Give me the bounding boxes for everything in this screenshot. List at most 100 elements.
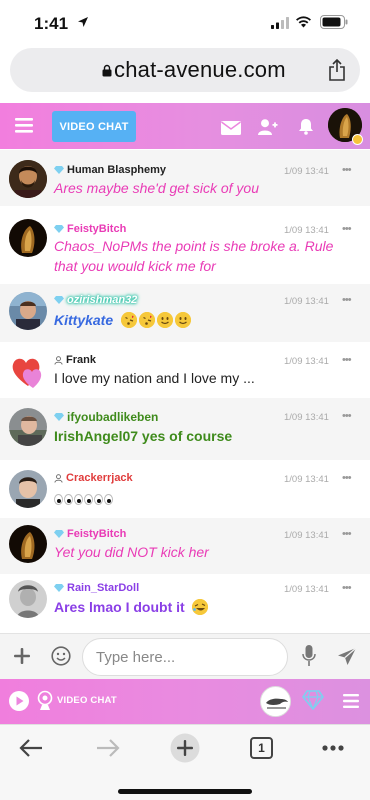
message-input[interactable]: [82, 638, 288, 676]
status-badge: [352, 134, 363, 145]
message-username[interactable]: Crackerrjack: [54, 472, 133, 484]
message-composer: [0, 633, 370, 679]
message-more-button[interactable]: •••: [342, 410, 352, 422]
kissing-emoji-icon: [139, 312, 156, 328]
status-bar: 1:41: [0, 0, 370, 46]
plus-icon[interactable]: [14, 648, 30, 664]
username-text[interactable]: Human Blasphemy: [67, 164, 166, 176]
bell-icon[interactable]: [298, 118, 314, 135]
smiling-emoji-icon: [175, 312, 192, 328]
chat-message: FeistyBitch 1/09 13:41 ••• Yet you did N…: [0, 518, 370, 574]
message-more-button[interactable]: •••: [342, 223, 352, 235]
eyes-emoji-icon: [104, 494, 113, 505]
smiling-emoji-icon: [157, 312, 174, 328]
url-text[interactable]: chat-avenue.com: [114, 57, 286, 83]
smile-icon[interactable]: [51, 646, 71, 666]
message-more-button[interactable]: •••: [342, 582, 352, 594]
username-text[interactable]: Rain_StarDoll: [67, 582, 139, 594]
play-icon[interactable]: [8, 690, 30, 712]
webcam-icon[interactable]: [37, 690, 53, 712]
message-time: 1/09 13:41: [284, 166, 329, 177]
footer-video-chat-label[interactable]: VIDEO CHAT: [57, 695, 117, 706]
gem-rank-icon: [54, 530, 64, 538]
message-time: 1/09 13:41: [284, 584, 329, 595]
message-username[interactable]: ifyoubadlikeben: [54, 410, 158, 424]
gem-rank-icon: [54, 225, 64, 233]
avatar[interactable]: [9, 408, 47, 446]
username-text[interactable]: ifyoubadlikeben: [67, 410, 158, 424]
eyes-emoji-icon: [54, 494, 63, 505]
message-username[interactable]: Human Blasphemy: [54, 164, 166, 176]
message-text: [54, 489, 354, 509]
message-text: Ares maybe she'd get sick of you: [54, 180, 259, 196]
username-text[interactable]: FeistyBitch: [67, 528, 126, 540]
chat-message: Crackerrjack 1/09 13:41 •••: [0, 460, 370, 518]
avatar[interactable]: [9, 292, 47, 330]
eyes-emoji-icon: [74, 494, 83, 505]
message-username[interactable]: FeistyBitch: [54, 223, 126, 235]
message-time: 1/09 13:41: [284, 412, 329, 423]
username-text[interactable]: ozirishman32: [67, 294, 137, 306]
username-text[interactable]: Crackerrjack: [66, 472, 133, 484]
video-chat-button[interactable]: VIDEO CHAT: [52, 111, 136, 142]
avatar[interactable]: [9, 352, 47, 390]
avatar[interactable]: [9, 525, 47, 563]
message-username[interactable]: Rain_StarDoll: [54, 582, 139, 594]
user-rank-icon: [54, 355, 63, 365]
message-username[interactable]: ozirishman32: [54, 294, 137, 306]
forward-icon[interactable]: [96, 738, 120, 758]
home-indicator: [118, 789, 252, 794]
rofl-emoji-icon: [191, 599, 208, 615]
signal-icon: [271, 17, 289, 29]
chat-message: ozirishman32 1/09 13:41 ••• Kittykate: [0, 284, 370, 342]
mic-icon[interactable]: [302, 645, 316, 667]
avatar[interactable]: [9, 219, 47, 257]
message-more-button[interactable]: •••: [342, 294, 352, 306]
chat-message: Human Blasphemy 1/09 13:41 ••• Ares mayb…: [0, 150, 370, 206]
message-time: 1/09 13:41: [284, 356, 329, 367]
mail-icon[interactable]: [221, 121, 241, 135]
footer-menu-icon[interactable]: [343, 694, 359, 708]
gem-rank-icon: [54, 166, 64, 174]
message-more-button[interactable]: •••: [342, 354, 352, 366]
battery-icon: [320, 15, 348, 29]
message-text: Kittykate: [54, 310, 354, 330]
chat-message: ifyoubadlikeben 1/09 13:41 ••• IrishAnge…: [0, 398, 370, 460]
more-icon[interactable]: [322, 745, 344, 751]
browser-toolbar: 1: [0, 724, 370, 800]
chat-message: FeistyBitch 1/09 13:41 ••• Chaos_NoPMs t…: [0, 206, 370, 284]
gem-rank-icon: [54, 296, 64, 304]
address-bar[interactable]: chat-avenue.com: [10, 48, 360, 92]
share-icon[interactable]: [328, 59, 346, 81]
chat-list: Human Blasphemy 1/09 13:41 ••• Ares mayb…: [0, 150, 370, 633]
username-text[interactable]: Frank: [66, 354, 96, 366]
username-text[interactable]: FeistyBitch: [67, 223, 126, 235]
message-username[interactable]: Frank: [54, 354, 96, 366]
hamburger-icon[interactable]: [15, 118, 33, 133]
message-more-button[interactable]: •••: [342, 164, 352, 176]
back-icon[interactable]: [19, 738, 43, 758]
tabs-button[interactable]: 1: [250, 737, 273, 759]
new-tab-icon[interactable]: [170, 733, 200, 763]
gem-rank-icon: [54, 584, 64, 592]
message-text-content: Ares lmao I doubt it: [54, 599, 185, 615]
jaguar-logo[interactable]: [260, 686, 291, 717]
kissing-emoji-icon: [121, 312, 138, 328]
status-time: 1:41: [34, 14, 69, 33]
eyes-emoji-icon: [64, 494, 73, 505]
message-more-button[interactable]: •••: [342, 528, 352, 540]
gem-icon[interactable]: [302, 690, 324, 710]
avatar[interactable]: [9, 160, 47, 198]
message-username[interactable]: FeistyBitch: [54, 528, 126, 540]
message-text: Chaos_NoPMs the point is she broke a. Ru…: [54, 238, 334, 274]
message-time: 1/09 13:41: [284, 474, 329, 485]
send-icon[interactable]: [337, 647, 357, 666]
avatar[interactable]: [9, 470, 47, 508]
chat-message: Rain_StarDoll 1/09 13:41 ••• Ares lmao I…: [0, 574, 370, 633]
avatar[interactable]: [9, 580, 47, 618]
eyes-emoji-icon: [84, 494, 93, 505]
message-more-button[interactable]: •••: [342, 472, 352, 484]
chat-message: Frank 1/09 13:41 ••• I love my nation an…: [0, 342, 370, 398]
add-user-icon[interactable]: [258, 119, 278, 135]
eyes-emoji-icon: [94, 494, 103, 505]
